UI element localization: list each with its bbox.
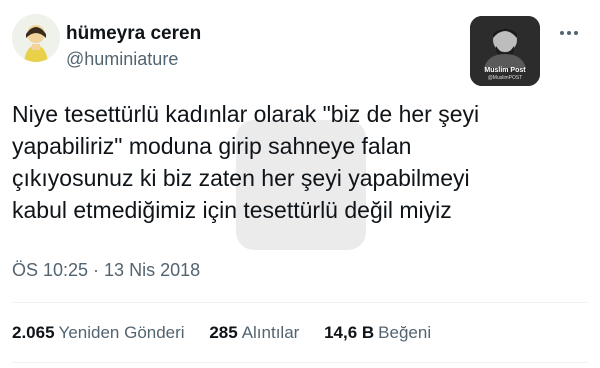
more-horizontal-icon — [560, 31, 578, 35]
watermark-subtitle: @MuslimPOST — [487, 75, 523, 81]
divider — [12, 302, 588, 303]
tweet-card: hümeyra ceren @huminiature Muslim Post @… — [0, 0, 600, 368]
user-handle[interactable]: @huminiature — [66, 47, 201, 71]
tweet-text: Niye tesettürlü kadınlar olarak "biz de … — [12, 101, 480, 223]
display-name[interactable]: hümeyra ceren — [66, 22, 201, 46]
retweets-count: 2.065 — [12, 323, 55, 342]
likes-stat[interactable]: 14,6 B Beğeni — [324, 322, 431, 344]
likes-count: 14,6 B — [324, 323, 375, 342]
watermark-title: Muslim Post — [484, 67, 526, 74]
quotes-stat[interactable]: 285 Alıntılar — [209, 322, 299, 344]
quotes-count: 285 — [209, 323, 238, 342]
divider-bottom — [12, 362, 588, 363]
muslim-post-watermark-logo: Muslim Post @MuslimPOST — [470, 16, 540, 86]
user-names: hümeyra ceren @huminiature — [66, 22, 201, 71]
retweets-stat[interactable]: 2.065 Yeniden Gönderi — [12, 322, 185, 344]
more-options-button[interactable] — [556, 20, 582, 46]
avatar-illustration — [12, 14, 60, 62]
likes-label: Beğeni — [378, 323, 432, 342]
quotes-label: Alıntılar — [241, 323, 300, 342]
avatar[interactable] — [12, 14, 60, 62]
tweet-timestamp[interactable]: ÖS 10:25 · 13 Nis 2018 — [12, 258, 200, 282]
engagement-stats: 2.065 Yeniden Gönderi 285 Alıntılar 14,6 B… — [12, 322, 451, 344]
retweets-label: Yeniden Gönderi — [58, 323, 185, 342]
